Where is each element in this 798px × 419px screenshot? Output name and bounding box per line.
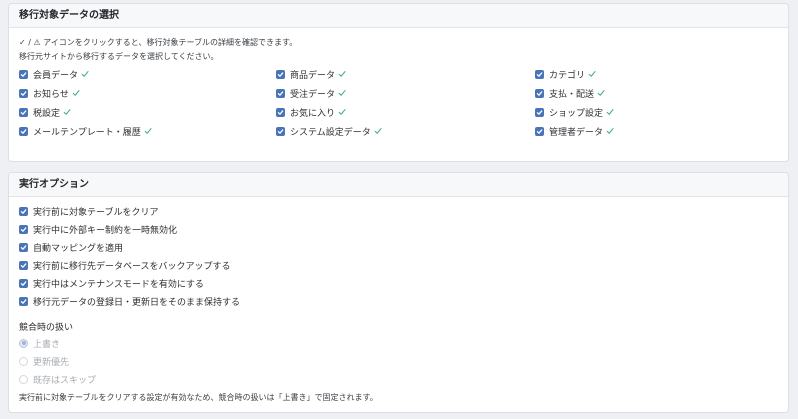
data-item[interactable]: 会員データ (19, 68, 89, 81)
checkbox-checked[interactable] (19, 69, 28, 79)
data-item-label: システム設定データ (290, 127, 371, 138)
status-ok-check-icon[interactable] (338, 108, 346, 116)
data-item[interactable]: お知らせ (19, 87, 80, 100)
conflict-option[interactable]: 既存はスキップ (19, 373, 97, 386)
data-item[interactable]: カテゴリ (535, 68, 596, 81)
data-item-label: 商品データ (290, 70, 336, 81)
option-label: 移行元データの登録日・更新日をそのまま保持する (33, 297, 241, 308)
checkbox-checked[interactable] (19, 278, 28, 288)
checkbox-checked[interactable] (19, 206, 28, 216)
checkbox-checked[interactable] (276, 107, 285, 117)
data-item-label: 会員データ (33, 70, 79, 81)
checkbox-checked[interactable] (276, 88, 285, 98)
data-item[interactable]: 管理者データ (535, 125, 614, 138)
execution-options-title: 実行オプション (9, 173, 788, 197)
data-item-label: お知らせ (33, 89, 69, 100)
data-item[interactable]: 受注データ (276, 87, 346, 100)
data-item-label: 支払・配送 (549, 89, 595, 100)
status-ok-check-icon[interactable] (588, 70, 596, 78)
data-selection-panel: 移行対象データの選択 ✓ / ⚠ アイコンをクリックすると、移行対象テーブルの詳… (8, 3, 789, 162)
checkbox-checked[interactable] (19, 296, 28, 306)
select-help-note: 移行元サイトから移行するデータを選択してください。 (19, 52, 219, 61)
option-label: 実行中はメンテナンスモードを有効にする (33, 279, 204, 290)
checkbox-checked[interactable] (19, 88, 28, 98)
data-item[interactable]: メールテンプレート・履歴 (19, 125, 152, 138)
checkbox-checked[interactable] (535, 88, 544, 98)
option-item[interactable]: 移行元データの登録日・更新日をそのまま保持する (19, 295, 241, 308)
radio-unselected[interactable] (19, 356, 28, 366)
status-ok-check-icon[interactable] (338, 89, 346, 97)
status-ok-check-icon[interactable] (597, 89, 605, 97)
data-item-label: 受注データ (290, 89, 336, 100)
conflict-handling-label: 競合時の扱い (19, 323, 74, 333)
data-item-label: 管理者データ (549, 127, 604, 138)
data-item[interactable]: 支払・配送 (535, 87, 605, 100)
checkbox-checked[interactable] (19, 260, 28, 270)
option-label: 実行前に対象テーブルをクリア (33, 207, 159, 218)
checkbox-checked[interactable] (535, 126, 544, 136)
option-item[interactable]: 実行中はメンテナンスモードを有効にする (19, 277, 204, 290)
checkbox-checked[interactable] (535, 69, 544, 79)
status-ok-check-icon[interactable] (606, 108, 614, 116)
status-ok-check-icon[interactable] (63, 108, 71, 116)
checkbox-checked[interactable] (535, 107, 544, 117)
checkbox-checked[interactable] (19, 107, 28, 117)
data-item-label: カテゴリ (549, 70, 586, 81)
data-item[interactable]: 税設定 (19, 106, 71, 119)
status-ok-check-icon[interactable] (144, 127, 152, 135)
conflict-fixed-note: 実行前に対象テーブルをクリアする設定が有効なため、競合時の扱いは「上書き」で固定… (19, 393, 378, 402)
data-item-label: メールテンプレート・履歴 (33, 127, 141, 138)
data-item-label: ショップ設定 (549, 108, 604, 119)
data-item-label: 税設定 (33, 108, 61, 119)
checkbox-checked[interactable] (19, 224, 28, 234)
execution-options-panel: 実行オプション 実行前に対象テーブルをクリア実行中に外部キー制約を一時無効化 自動… (8, 172, 789, 413)
data-item[interactable]: ショップ設定 (535, 106, 614, 119)
status-ok-check-icon[interactable] (81, 70, 89, 78)
checkbox-checked[interactable] (19, 242, 28, 252)
option-label: 実行中に外部キー制約を一時無効化 (33, 225, 178, 236)
conflict-option-label: 更新優先 (33, 357, 70, 368)
data-item[interactable]: 商品データ (276, 68, 346, 81)
radio-unselected[interactable] (19, 374, 28, 384)
data-item[interactable]: お気に入り (276, 106, 346, 119)
conflict-option-label: 上書き (33, 339, 61, 350)
option-item[interactable]: 実行中に外部キー制約を一時無効化 (19, 223, 178, 236)
status-ok-check-icon[interactable] (72, 89, 80, 97)
radio-selected[interactable] (19, 338, 28, 348)
conflict-option[interactable]: 上書き (19, 337, 61, 350)
conflict-option-label: 既存はスキップ (33, 375, 97, 386)
conflict-option[interactable]: 更新優先 (19, 355, 70, 368)
option-item[interactable]: 実行前に対象テーブルをクリア (19, 205, 159, 218)
data-item-label: お気に入り (290, 108, 336, 119)
status-ok-check-icon[interactable] (606, 127, 614, 135)
option-item[interactable]: 自動マッピングを適用 (19, 241, 124, 254)
checkbox-checked[interactable] (276, 69, 285, 79)
option-item[interactable]: 実行前に移行先データベースをバックアップする (19, 259, 231, 272)
data-selection-title: 移行対象データの選択 (9, 4, 788, 28)
checkbox-checked[interactable] (276, 126, 285, 136)
data-item[interactable]: システム設定データ (276, 125, 382, 138)
status-ok-check-icon[interactable] (338, 70, 346, 78)
icon-help-note: ✓ / ⚠ アイコンをクリックすると、移行対象テーブルの詳細を確認できます。 (19, 38, 298, 47)
status-ok-check-icon[interactable] (374, 127, 382, 135)
checkbox-checked[interactable] (19, 126, 28, 136)
option-label: 自動マッピングを適用 (33, 243, 124, 254)
option-label: 実行前に移行先データベースをバックアップする (33, 261, 231, 272)
